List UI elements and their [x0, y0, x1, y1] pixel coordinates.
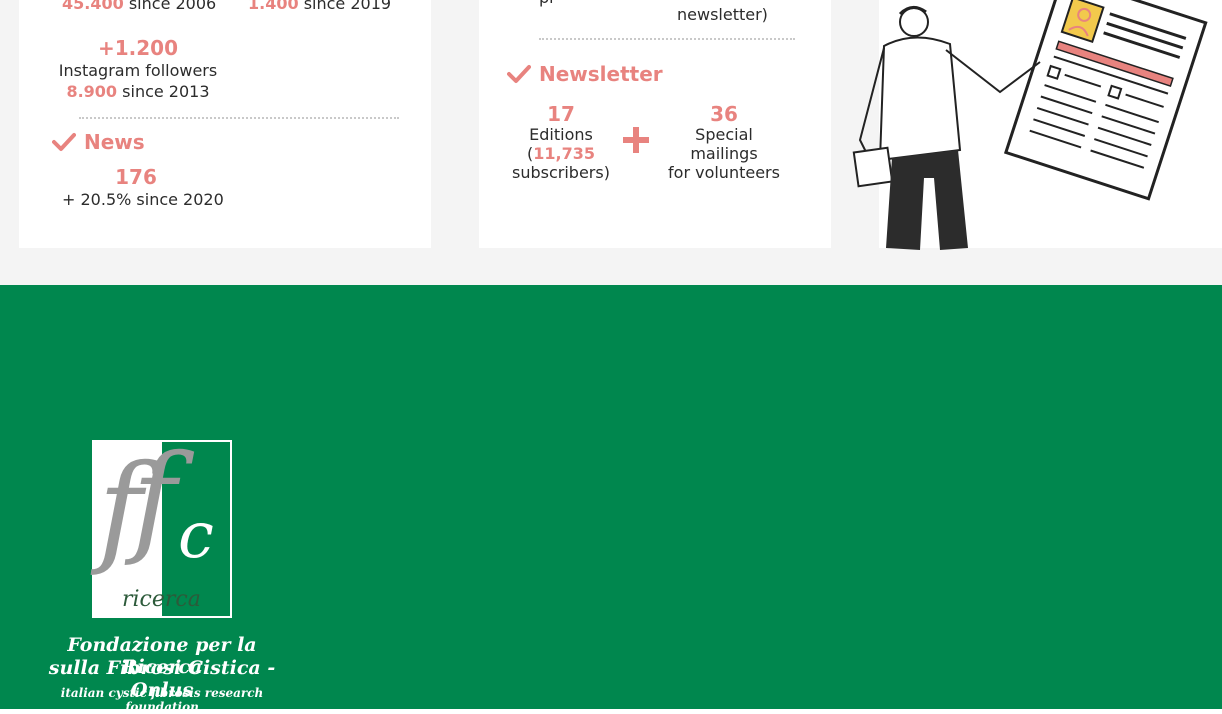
logo-ricerca: ricerca	[122, 587, 201, 612]
mailings-line1: Special	[695, 125, 753, 144]
secondary-stat: 1.400 since 2019	[248, 0, 391, 13]
ffc-logo[interactable]: f f c ricerca	[92, 440, 232, 618]
instagram-growth: +1.200	[97, 36, 179, 60]
mailings-value: 36	[710, 102, 738, 126]
stat-suffix: since 2006	[128, 0, 217, 13]
news-growth: + 20.5% since 2020	[62, 190, 224, 209]
logo-letter-f: f	[132, 430, 177, 569]
newsletter-heading-label: Newsletter	[539, 62, 663, 86]
editions-label: Editions	[529, 125, 593, 144]
newspaper-illustration	[852, 0, 1208, 250]
logo-letter-c: c	[178, 499, 214, 573]
top-fragment-right: newsletter)	[677, 5, 768, 24]
stat-suffix: since 2019	[303, 0, 392, 13]
subscribers-value: 11,735	[533, 144, 595, 163]
stat-suffix: since 2013	[122, 82, 210, 101]
foundation-tagline: italian cystic fibrosis research foundat…	[60, 686, 264, 714]
stat-value: 8.900	[66, 82, 118, 101]
divider	[79, 117, 399, 119]
newsletter-card: pr newsletter) Newsletter 17 Editions (1…	[479, 0, 831, 248]
news-heading-label: News	[84, 130, 145, 154]
infographic-section: 45.400 since 2006 1.400 since 2019 +1.20…	[0, 0, 1222, 285]
instagram-label: Instagram followers	[58, 61, 218, 80]
mailings-line2: mailings	[690, 144, 758, 163]
editions-subscribers: (11,735	[501, 144, 621, 163]
top-fragment-left: pr	[539, 0, 556, 7]
social-stats-card: 45.400 since 2006 1.400 since 2019 +1.20…	[19, 0, 431, 248]
instagram-base: 8.900 since 2013	[49, 82, 227, 101]
stat-value: 1.400	[248, 0, 299, 13]
news-heading: News	[52, 130, 145, 154]
subscribers-label: subscribers)	[512, 163, 610, 182]
divider	[539, 38, 795, 40]
check-icon	[52, 133, 76, 151]
plus-icon	[623, 127, 649, 153]
news-value: 176	[115, 165, 157, 189]
facebook-stat: 45.400 since 2006	[62, 0, 216, 13]
mailings-line3: for volunteers	[668, 163, 780, 182]
stat-value: 45.400	[62, 0, 124, 13]
check-icon	[507, 65, 531, 83]
newsletter-heading: Newsletter	[507, 62, 663, 86]
editions-value: 17	[547, 102, 575, 126]
